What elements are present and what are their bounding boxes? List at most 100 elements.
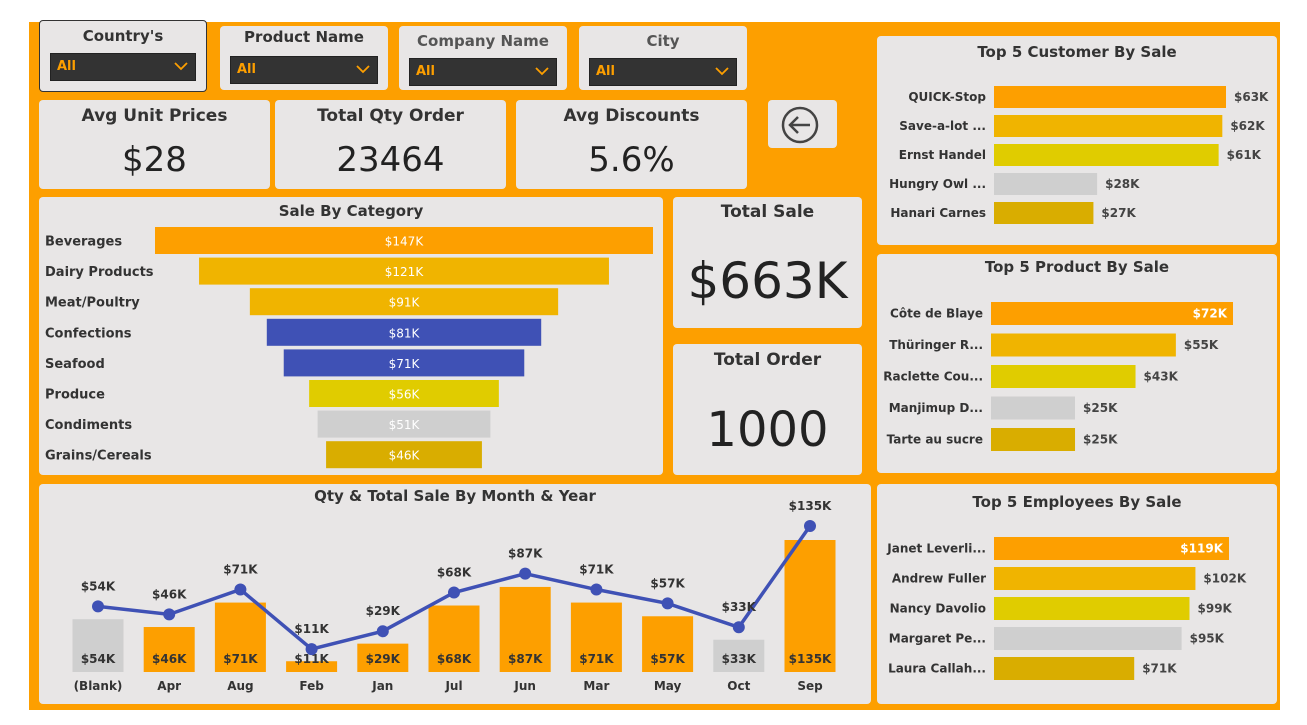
kpi-total-order-value: 1000 bbox=[706, 402, 829, 458]
combo-x-tick-label: Feb bbox=[299, 679, 324, 693]
combo-line-point bbox=[305, 643, 318, 656]
bar bbox=[994, 202, 1094, 224]
bar-category-label: Margaret Pe... bbox=[889, 632, 986, 646]
back-arrow-icon bbox=[781, 106, 819, 144]
bar-data-label: $63K bbox=[1234, 90, 1269, 104]
bar bbox=[991, 396, 1076, 420]
bar-data-label: $102K bbox=[1203, 572, 1246, 586]
filter-country-value: All bbox=[57, 59, 76, 74]
sale-by-category-panel: Sale By Category Beverages $147K Dairy Pro… bbox=[39, 197, 663, 475]
combo-line-data-label: $54K bbox=[81, 579, 116, 593]
combo-line-data-label: $57K bbox=[650, 576, 685, 590]
combo-bar-data-label: $29K bbox=[366, 652, 401, 666]
filter-company-dropdown[interactable]: All bbox=[409, 58, 557, 86]
combo-bar-data-label: $71K bbox=[223, 652, 258, 666]
chevron-down-icon bbox=[535, 67, 549, 76]
funnel-data-label: $71K bbox=[389, 357, 421, 371]
combo-bar-data-label: $57K bbox=[650, 652, 685, 666]
funnel-data-label: $81K bbox=[389, 326, 421, 340]
combo-line-data-label: $46K bbox=[152, 587, 187, 601]
combo-line-point bbox=[376, 625, 389, 638]
combo-line-point bbox=[661, 597, 674, 610]
combo-x-tick-label: May bbox=[654, 679, 682, 693]
bar-category-label: Janet Leverli... bbox=[886, 542, 986, 556]
filter-product-value: All bbox=[237, 62, 256, 77]
bar-data-label: $28K bbox=[1105, 177, 1140, 191]
top-employees-panel: Top 5 Employees By Sale Janet Leverli...… bbox=[877, 484, 1277, 704]
kpi-total-qty-title: Total Qty Order bbox=[317, 106, 464, 126]
filter-product-name[interactable]: Product Name All bbox=[220, 26, 388, 90]
sale-by-category-chart: Beverages $147K Dairy Products $121K Meat/Po… bbox=[45, 227, 653, 469]
combo-line-data-label: $71K bbox=[579, 563, 614, 577]
bar bbox=[994, 144, 1219, 166]
filter-city-dropdown[interactable]: All bbox=[589, 58, 737, 86]
combo-bar-data-label: $33K bbox=[722, 652, 757, 666]
bar-data-label: $25K bbox=[1083, 401, 1118, 415]
back-button[interactable] bbox=[768, 100, 837, 148]
bar bbox=[991, 428, 1076, 451]
funnel-data-label: $51K bbox=[389, 418, 421, 432]
bar bbox=[994, 627, 1182, 650]
bar-category-label: Manjimup D... bbox=[889, 401, 983, 415]
bar bbox=[994, 173, 1098, 195]
bar-category-label: Nancy Davolio bbox=[890, 602, 986, 616]
combo-line-point bbox=[234, 583, 247, 596]
combo-bar-data-label: $87K bbox=[508, 652, 543, 666]
funnel-data-label: $147K bbox=[385, 235, 425, 249]
bar-category-label: QUICK-Stop bbox=[908, 90, 986, 104]
funnel-category-label: Grains/Cereals bbox=[45, 449, 152, 464]
top-products-chart: Côte de Blaye $72K Thüringer R... $55K Racle… bbox=[883, 302, 1233, 451]
filter-country-label: Country's bbox=[82, 27, 164, 45]
combo-bar-data-label: $46K bbox=[152, 652, 187, 666]
filter-city-value: All bbox=[596, 64, 615, 79]
combo-x-tick-label: Jul bbox=[444, 679, 462, 693]
funnel-category-label: Beverages bbox=[45, 235, 122, 250]
combo-bar-data-label: $54K bbox=[81, 652, 116, 666]
kpi-total-order: Total Order 1000 bbox=[673, 344, 862, 475]
funnel-category-label: Meat/Poultry bbox=[45, 296, 140, 311]
bar-category-label: Hungry Owl ... bbox=[889, 177, 986, 191]
combo-x-tick-label: Oct bbox=[727, 679, 750, 693]
kpi-avg-unit-price-title: Avg Unit Prices bbox=[81, 106, 228, 126]
combo-line-data-label: $29K bbox=[366, 604, 401, 618]
combo-line-data-label: $87K bbox=[508, 547, 543, 561]
bar-data-label: $62K bbox=[1230, 119, 1265, 133]
kpi-total-sale-value: $663K bbox=[687, 252, 848, 310]
combo-bar-data-label: $71K bbox=[579, 652, 614, 666]
filter-city[interactable]: City All bbox=[579, 26, 747, 90]
combo-line-point bbox=[163, 608, 176, 621]
kpi-total-qty: Total Qty Order 23464 bbox=[275, 100, 506, 189]
combo-line-point bbox=[448, 586, 460, 599]
kpi-avg-discount-value: 5.6% bbox=[588, 140, 675, 180]
funnel-category-label: Produce bbox=[45, 388, 105, 403]
bar-category-label: Côte de Blaye bbox=[890, 307, 983, 321]
top-employees-chart: Janet Leverli... $119K Andrew Fuller $102K N… bbox=[886, 537, 1247, 680]
funnel-category-label: Seafood bbox=[45, 357, 105, 372]
bar-category-label: Ernst Handel bbox=[899, 148, 986, 162]
top-customers-panel: Top 5 Customer By Sale QUICK-Stop $63K Sav… bbox=[877, 36, 1277, 245]
kpi-total-order-title: Total Order bbox=[713, 350, 822, 370]
chevron-down-icon bbox=[174, 62, 188, 71]
bar bbox=[994, 115, 1223, 137]
bar-data-label: $43K bbox=[1144, 370, 1179, 384]
filter-country[interactable]: Country's All bbox=[39, 20, 207, 92]
filter-country-dropdown[interactable]: All bbox=[50, 53, 196, 81]
bar bbox=[994, 567, 1196, 590]
combo-x-tick-label: Jun bbox=[513, 679, 536, 693]
kpi-total-qty-value: 23464 bbox=[336, 140, 445, 180]
filter-company-label: Company Name bbox=[417, 32, 549, 50]
combo-line-point bbox=[732, 621, 745, 634]
combo-line-data-label: $11K bbox=[294, 622, 329, 636]
filter-company-name[interactable]: Company Name All bbox=[399, 26, 567, 90]
funnel-data-label: $121K bbox=[385, 265, 425, 279]
bar-category-label: Laura Callah... bbox=[888, 662, 986, 676]
filter-product-dropdown[interactable]: All bbox=[230, 56, 378, 84]
combo-line-point bbox=[92, 600, 104, 613]
bar-data-label: $72K bbox=[1193, 307, 1228, 321]
filter-city-label: City bbox=[646, 32, 680, 50]
bar bbox=[994, 86, 1226, 108]
chevron-down-icon bbox=[715, 67, 729, 76]
bar-data-label: $61K bbox=[1227, 148, 1262, 162]
combo-line-point bbox=[590, 583, 603, 596]
bar-category-label: Raclette Cou... bbox=[883, 370, 983, 384]
